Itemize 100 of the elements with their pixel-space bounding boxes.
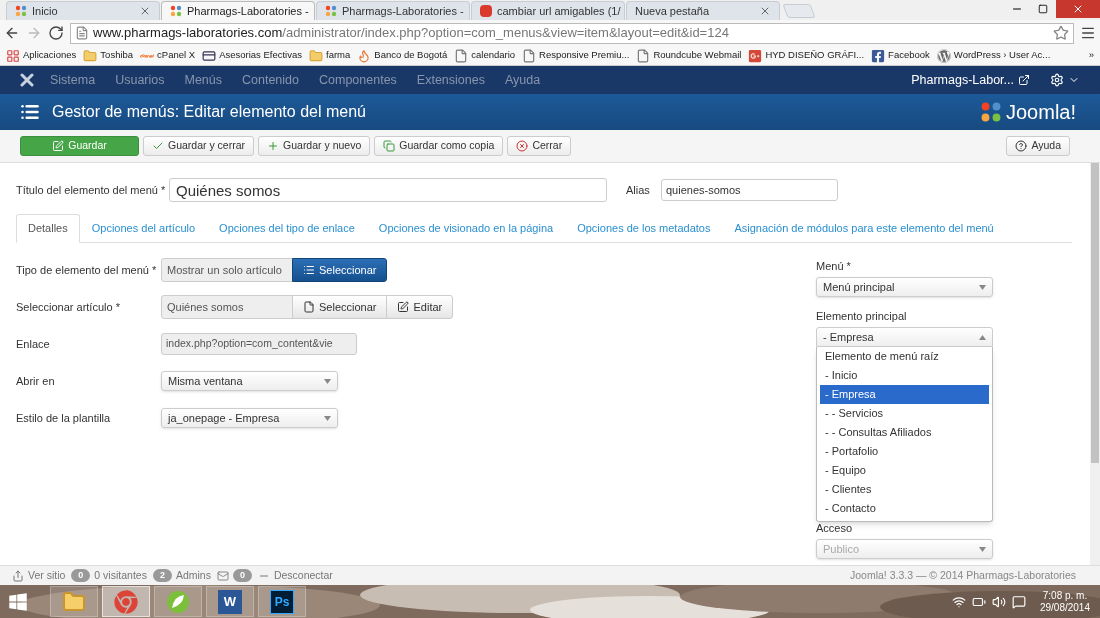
settings-button[interactable]: [1050, 73, 1080, 87]
nav-menu-item[interactable]: Ayuda: [504, 70, 541, 90]
form-tab[interactable]: Opciones del tipo de enlace: [207, 214, 367, 243]
dropdown-option[interactable]: - Inicio: [820, 366, 989, 385]
more-bookmarks-button[interactable]: »: [1088, 48, 1094, 63]
file-icon: [303, 301, 315, 313]
help-button[interactable]: Ayuda: [1006, 136, 1070, 156]
dropdown-option[interactable]: - Contacto: [820, 499, 989, 518]
nav-menu-item[interactable]: Contenido: [242, 70, 299, 90]
nav-menu-item[interactable]: Extensiones: [416, 70, 485, 90]
toolbar-button[interactable]: Guardar como copia: [374, 136, 504, 156]
bookmark-link[interactable]: Toshiba: [83, 48, 134, 63]
form-tab[interactable]: Asignación de módulos para este elemento del menú: [722, 214, 1006, 243]
form-tab[interactable]: Opciones de los metadatos: [565, 214, 723, 243]
dropdown-option[interactable]: - - Servicios: [820, 404, 989, 423]
select-button[interactable]: Seleccionar: [292, 258, 388, 282]
dropdown-option[interactable]: Elemento de menú raíz: [820, 347, 989, 366]
start-button[interactable]: [8, 591, 28, 612]
taskbar-app[interactable]: Ps: [258, 586, 306, 617]
bookmark-link[interactable]: Facebook: [871, 48, 930, 63]
close-icon: [1072, 3, 1084, 15]
bookmark-link[interactable]: Asesorias Efectivas: [202, 48, 303, 63]
field-label: Menú *: [816, 259, 852, 273]
restore-icon[interactable]: [1038, 4, 1048, 14]
star-icon[interactable]: [1053, 25, 1069, 41]
card-icon: [202, 48, 217, 63]
chooser-button[interactable]: Seleccionar: [292, 295, 388, 319]
bookmark-link[interactable]: Banco de Bogotá: [357, 48, 448, 63]
field-label: Enlace: [16, 336, 51, 352]
select-field[interactable]: - Empresa: [816, 327, 993, 347]
select-field[interactable]: ja_onepage - Empresa: [161, 408, 338, 428]
caret-icon: [324, 378, 331, 384]
back-icon[interactable]: [4, 25, 20, 41]
bookmark-link[interactable]: farma: [309, 48, 351, 63]
taskbar-app[interactable]: [154, 586, 202, 617]
form-tab[interactable]: Detalles: [16, 214, 80, 243]
settings-icon: [1050, 73, 1064, 87]
bookmark-link[interactable]: cPanel X: [140, 48, 196, 63]
site-link[interactable]: Pharmags-Labor...: [911, 70, 1030, 90]
help-icon: [1015, 140, 1028, 152]
page-title: Gestor de menús: Editar elemento del menú: [52, 102, 366, 122]
field-label: Estilo de la plantilla: [16, 410, 112, 426]
external-link-icon: [1018, 74, 1030, 86]
status-link[interactable]: Desconectar: [257, 567, 333, 584]
bookmark-link[interactable]: Responsive Premiu...: [522, 48, 630, 63]
taskbar-app[interactable]: [50, 586, 98, 617]
toolbar-button[interactable]: Guardar y nuevo: [258, 136, 371, 156]
close-icon[interactable]: [139, 5, 151, 17]
leaf-icon: [166, 589, 190, 614]
volume-icon[interactable]: [991, 594, 1006, 609]
count-badge: 2: [152, 569, 172, 582]
dropdown-option[interactable]: - Empresa: [820, 385, 989, 404]
browser-tab[interactable]: Inicio: [6, 1, 160, 20]
close-icon[interactable]: [759, 5, 771, 17]
count-badge: 0: [232, 569, 252, 582]
folder-icon: [309, 48, 324, 63]
edit-icon: [397, 301, 410, 313]
reload-icon[interactable]: [48, 25, 64, 41]
address-field[interactable]: www.pharmags-laboratories.com/administrator/index.php?option=com_menus&view=item&layout=edit&id=124: [70, 22, 1074, 44]
taskbar-app[interactable]: [102, 586, 150, 617]
edit-icon: [52, 140, 65, 152]
alias-field[interactable]: quienes-somos: [661, 179, 838, 201]
footer-text: Joomla! 3.3.3 — © 2014 Pharmags-Laboratories: [849, 567, 1076, 583]
browser-tab[interactable]: cambiar url amigables (1/: [471, 1, 625, 20]
bookmark-link[interactable]: calendario: [454, 48, 516, 63]
nav-menu-item[interactable]: Sistema: [50, 70, 96, 90]
logo-icon: [325, 5, 337, 17]
dropdown-option[interactable]: - Clientes: [820, 480, 989, 499]
form-tab[interactable]: Opciones del artículo: [79, 214, 208, 243]
dropdown-option[interactable]: - Portafolio: [820, 442, 989, 461]
nav-menu-item[interactable]: Menús: [184, 70, 222, 90]
toolbar-button[interactable]: Guardar y cerrar: [143, 136, 255, 156]
page-icon: [454, 48, 469, 63]
logo-icon: [170, 5, 182, 17]
dropdown-option[interactable]: - Equipo: [820, 461, 989, 480]
menu-icon[interactable]: [1080, 25, 1096, 41]
select-field[interactable]: Misma ventana: [161, 371, 338, 391]
nav-menu-item[interactable]: Componentes: [319, 70, 397, 90]
bookmark-link[interactable]: HYD DISEÑO GRÁFI...: [748, 48, 865, 63]
title-field[interactable]: Quiénes somos: [169, 178, 607, 202]
scrollbar[interactable]: [1090, 163, 1100, 565]
browser-tab[interactable]: Pharmags-Laboratories -: [316, 1, 470, 20]
dropdown-option[interactable]: - - Consultas Afiliados: [820, 423, 989, 442]
form-tab[interactable]: Opciones de visionado en la página: [366, 214, 566, 243]
bookmark-link[interactable]: Roundcube Webmail: [636, 48, 742, 63]
notifications-icon[interactable]: [1011, 594, 1026, 609]
word-icon: W: [218, 589, 242, 614]
taskbar-app[interactable]: W: [206, 586, 254, 617]
photoshop-icon: Ps: [270, 589, 294, 614]
bookmark-link[interactable]: WordPress › User Ac...: [936, 48, 1051, 63]
bookmark-link[interactable]: Aplicaciones: [6, 48, 77, 63]
network-icon[interactable]: [951, 594, 966, 609]
toolbar-button[interactable]: Cerrar: [507, 136, 572, 156]
browser-tab[interactable]: Pharmags-Laboratories -: [161, 1, 315, 20]
select-field[interactable]: Menú principal: [816, 277, 993, 297]
share-icon: [12, 569, 24, 582]
status-link[interactable]: Ver sitio: [12, 567, 66, 584]
chooser-button[interactable]: Editar: [386, 295, 454, 319]
browser-tab[interactable]: Nueva pestaña: [626, 1, 780, 20]
nav-menu-item[interactable]: Usuarios: [115, 70, 165, 90]
